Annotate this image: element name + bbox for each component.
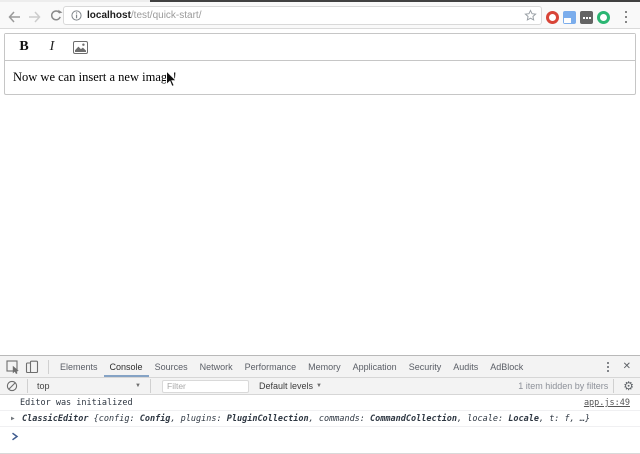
toolbar-divider <box>150 379 151 393</box>
rich-text-editor: B I Now we can insert a new image! <box>4 33 636 95</box>
page-info-icon[interactable] <box>71 10 82 21</box>
editor-content[interactable]: Now we can insert a new image! <box>5 61 635 94</box>
address-bar[interactable]: localhost/test/quick-start/ <box>63 6 542 25</box>
devtools-close-icon[interactable]: ✕ <box>623 362 631 372</box>
console-message-text: Editor was initialized <box>20 398 133 408</box>
toolbar-divider <box>48 360 49 374</box>
browser-menu-icon[interactable] <box>625 11 627 13</box>
device-toolbar-icon[interactable] <box>25 360 39 374</box>
italic-button[interactable]: I <box>44 39 60 55</box>
devtools-tab-elements[interactable]: Elements <box>54 356 104 377</box>
log-level-label: Default levels <box>259 381 313 391</box>
log-level-selector[interactable]: Default levels ▼ <box>259 381 322 391</box>
mouse-cursor <box>165 70 177 93</box>
editor-toolbar: B I <box>5 34 635 61</box>
devtools-menu-icon[interactable] <box>607 362 609 364</box>
bold-button[interactable]: B <box>16 39 32 55</box>
console-messages: Editor was initialized app.js:49 ▶ Class… <box>0 395 640 441</box>
console-object-preview-text: ClassicEditor {config: Config, plugins: … <box>22 414 590 424</box>
expand-triangle-icon[interactable]: ▶ <box>11 415 15 422</box>
devtools-tab-adblock[interactable]: AdBlock <box>484 356 529 377</box>
devtools-panel: ElementsConsoleSourcesNetworkPerformance… <box>0 355 640 454</box>
console-message: Editor was initialized app.js:49 <box>0 395 640 411</box>
console-prompt[interactable] <box>0 427 640 441</box>
reload-icon[interactable] <box>49 9 63 28</box>
hidden-items-message: 1 item hidden by filters <box>518 381 608 391</box>
devtools-tab-audits[interactable]: Audits <box>447 356 484 377</box>
execution-context-selector[interactable]: top ▼ <box>33 381 145 391</box>
devtools-tabbar-right: ✕ <box>603 362 631 372</box>
forward-icon[interactable] <box>28 10 42 28</box>
url-path: /test/quick-start/ <box>131 10 202 21</box>
chevron-down-icon: ▼ <box>135 383 141 389</box>
clear-console-icon[interactable] <box>6 380 18 392</box>
back-icon[interactable] <box>7 10 21 28</box>
devtools-tab-memory[interactable]: Memory <box>302 356 347 377</box>
bookmark-star-icon[interactable] <box>524 9 537 22</box>
devtools-tab-sources[interactable]: Sources <box>149 356 194 377</box>
extension-red-icon[interactable] <box>546 11 559 24</box>
devtools-tab-console[interactable]: Console <box>104 356 149 377</box>
devtools-tab-network[interactable]: Network <box>194 356 239 377</box>
url-host: localhost <box>87 10 131 21</box>
inspect-element-icon[interactable] <box>6 360 21 374</box>
devtools-tab-bar: ElementsConsoleSourcesNetworkPerformance… <box>0 356 640 378</box>
toolbar-divider <box>27 379 28 393</box>
context-label: top <box>37 381 50 391</box>
devtools-tab-application[interactable]: Application <box>347 356 403 377</box>
devtools-tabs: ElementsConsoleSourcesNetworkPerformance… <box>54 356 529 377</box>
source-link[interactable]: app.js:49 <box>584 398 630 408</box>
console-object-row[interactable]: ▶ ClassicEditor {config: Config, plugins… <box>0 411 640 427</box>
insert-image-button[interactable] <box>72 41 88 54</box>
settings-gear-icon[interactable]: ⚙ <box>623 380 634 392</box>
prompt-chevron-icon <box>11 432 19 441</box>
toolbar-divider <box>613 379 614 393</box>
console-toolbar: top ▼ Default levels ▼ 1 item hidden by … <box>0 378 640 395</box>
extension-gray-icon[interactable] <box>580 11 593 24</box>
devtools-tab-security[interactable]: Security <box>403 356 448 377</box>
devtools-tab-performance[interactable]: Performance <box>239 356 303 377</box>
extension-blue-icon[interactable] <box>563 11 576 24</box>
console-filter-input[interactable] <box>162 380 249 393</box>
browser-toolbar: localhost/test/quick-start/ <box>0 2 640 29</box>
extension-green-icon[interactable] <box>597 11 610 24</box>
chevron-down-icon: ▼ <box>316 383 322 389</box>
